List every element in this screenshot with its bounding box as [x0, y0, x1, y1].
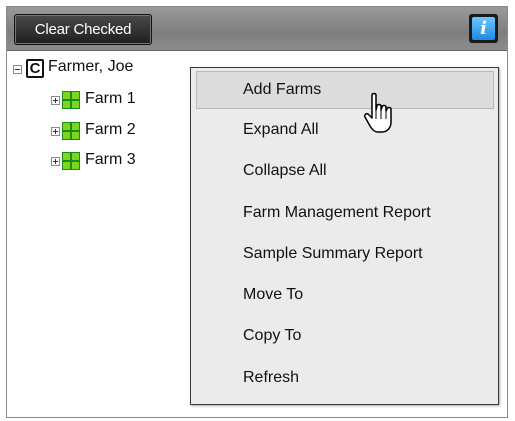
info-button[interactable]: i — [469, 14, 498, 43]
expand-toggle-icon[interactable] — [51, 127, 60, 136]
menu-item-add-farms[interactable]: Add Farms — [196, 71, 494, 109]
farm-icon — [62, 122, 80, 140]
clear-checked-button[interactable]: Clear Checked — [14, 14, 152, 45]
toolbar: Clear Checked i — [7, 7, 507, 51]
tree-node-farm-label: Farm 1 — [85, 90, 136, 107]
farm-icon — [62, 91, 80, 109]
farm-icon — [62, 152, 80, 170]
customer-icon: C — [26, 59, 44, 78]
menu-item-expand-all[interactable]: Expand All — [191, 111, 498, 149]
tree-node-farm-label: Farm 2 — [85, 121, 136, 138]
menu-item-sample-summary-report[interactable]: Sample Summary Report — [191, 235, 498, 273]
tree-node-root[interactable]: C Farmer, Joe — [7, 57, 187, 79]
menu-item-collapse-all[interactable]: Collapse All — [191, 152, 498, 190]
tree-node-farm-label: Farm 3 — [85, 151, 136, 168]
menu-item-move-to[interactable]: Move To — [191, 276, 498, 314]
info-icon: i — [472, 17, 495, 40]
tree-node-farm[interactable]: Farm 2 — [7, 120, 187, 142]
expand-toggle-icon[interactable] — [51, 157, 60, 166]
menu-item-farm-management-report[interactable]: Farm Management Report — [191, 194, 498, 232]
tree-node-farm[interactable]: Farm 1 — [7, 89, 187, 111]
context-menu: Add Farms Expand All Collapse All Farm M… — [190, 67, 499, 405]
tree-node-root-label: Farmer, Joe — [48, 58, 134, 75]
tree-node-farm[interactable]: Farm 3 — [7, 150, 187, 172]
hand-pointer-cursor-icon — [364, 92, 392, 133]
menu-item-refresh[interactable]: Refresh — [191, 359, 498, 397]
menu-item-copy-to[interactable]: Copy To — [191, 317, 498, 355]
expand-toggle-icon[interactable] — [51, 96, 60, 105]
collapse-toggle-icon[interactable] — [13, 65, 22, 74]
